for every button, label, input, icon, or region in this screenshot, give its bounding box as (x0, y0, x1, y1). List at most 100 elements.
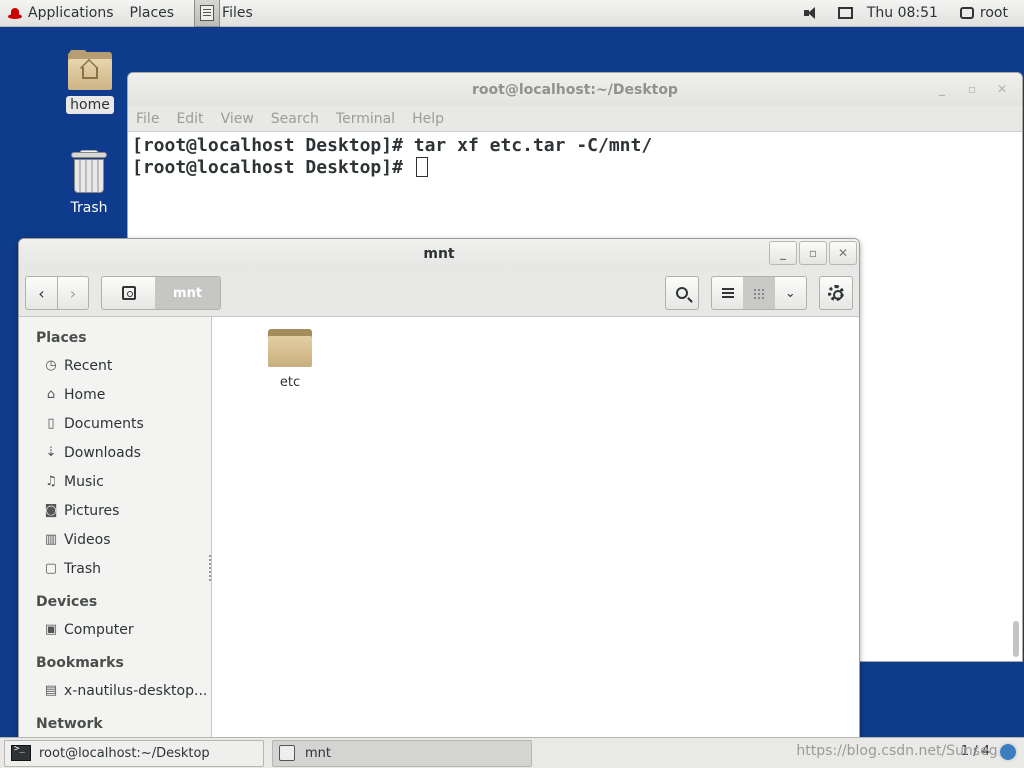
sidebar-item-label: Music (64, 473, 104, 490)
clock[interactable]: Thu 08:51 (859, 5, 952, 21)
terminal-close-button[interactable]: ✕ (992, 81, 1012, 97)
terminal-menubar: File Edit View Search Terminal Help (128, 106, 1022, 132)
files-app-menu[interactable]: Files (182, 0, 261, 27)
redhat-logo-icon (8, 6, 22, 20)
trash-can-icon (71, 150, 107, 194)
sidebar-item-recent[interactable]: ◷ Recent (19, 351, 211, 380)
search-icon (676, 287, 688, 299)
grid-icon (753, 287, 765, 299)
download-icon: ⇣ (45, 445, 57, 460)
terminal-maximize-button[interactable]: ▫ (962, 81, 982, 97)
menu-edit[interactable]: Edit (176, 111, 203, 127)
settings-button[interactable] (819, 276, 853, 310)
sidebar-item-downloads[interactable]: ⇣ Downloads (19, 438, 211, 467)
files-minimize-button[interactable]: _ (769, 241, 797, 265)
sidebar-item-label: Computer (64, 621, 134, 638)
path-root-button[interactable] (102, 277, 155, 309)
sidebar-item-label: Trash (64, 560, 101, 577)
file-item-etc[interactable]: etc (268, 327, 312, 390)
terminal-title: root@localhost:~/Desktop (472, 81, 678, 98)
sidebar-item-home[interactable]: ⌂ Home (19, 380, 211, 409)
terminal-prompt: [root@localhost Desktop]# (132, 157, 414, 178)
path-bar: mnt (101, 276, 221, 310)
watermark: https://blog.csdn.net/Sunsegeli (796, 743, 1014, 759)
home-icon: ⌂ (46, 387, 56, 402)
menu-help[interactable]: Help (412, 111, 444, 127)
desktop-home-icon[interactable]: home (60, 50, 120, 114)
sidebar-header-devices: Devices (36, 594, 98, 610)
list-view-button[interactable] (712, 277, 743, 309)
path-current-button[interactable]: mnt (155, 277, 220, 309)
sidebar-item-computer[interactable]: ▣ Computer (19, 615, 211, 644)
menu-terminal[interactable]: Terminal (336, 111, 395, 127)
applications-menu[interactable]: Applications (0, 0, 122, 27)
terminal-scrollbar[interactable] (1013, 621, 1019, 657)
sidebar: Places ◷ Recent ⌂ Home ▯ Documents ⇣ Downloa… (19, 317, 212, 737)
computer-icon: ▣ (44, 622, 58, 637)
user-menu[interactable]: root (952, 0, 1024, 27)
network-icon[interactable] (837, 6, 855, 20)
taskbar-item-label: root@localhost:~/Desktop (39, 745, 210, 761)
sidebar-item-label: Pictures (64, 502, 120, 519)
terminal-minimize-button[interactable]: _ (932, 81, 952, 97)
menu-file[interactable]: File (136, 111, 159, 127)
sidebar-item-label: Videos (64, 531, 111, 548)
trash-icon: ▢ (44, 561, 58, 576)
workspace-icon[interactable] (998, 742, 1018, 762)
places-menu[interactable]: Places (122, 0, 183, 27)
desktop-home-label: home (66, 96, 114, 114)
sidebar-item-bookmark[interactable]: ▤ x-nautilus-desktop... (19, 676, 211, 705)
desktop-trash-icon[interactable]: Trash (59, 150, 119, 216)
file-view[interactable]: etc (212, 317, 859, 737)
document-icon: ▯ (47, 416, 55, 431)
view-options-button[interactable]: ⌄ (775, 277, 806, 309)
files-titlebar[interactable]: mnt _ ▫ ✕ (19, 239, 859, 269)
top-bar: Applications Places Files Thu 08:51 root (0, 0, 1024, 27)
computer-icon (121, 286, 136, 300)
back-button[interactable]: ‹ (26, 277, 57, 309)
grid-view-button[interactable] (743, 277, 775, 309)
taskbar-item-terminal[interactable]: root@localhost:~/Desktop (4, 739, 264, 767)
taskbar-item-files[interactable]: mnt (272, 739, 532, 767)
search-button[interactable] (665, 276, 699, 310)
files-maximize-button[interactable]: ▫ (799, 241, 827, 265)
files-body: Places ◷ Recent ⌂ Home ▯ Documents ⇣ Downloa… (19, 317, 859, 737)
sidebar-header-places: Places (36, 330, 87, 346)
sidebar-item-pictures[interactable]: ◙ Pictures (19, 496, 211, 525)
nav-buttons: ‹ › (25, 276, 89, 310)
file-cabinet-icon (279, 745, 295, 761)
sidebar-header-bookmarks: Bookmarks (36, 655, 124, 671)
terminal-titlebar[interactable]: root@localhost:~/Desktop _ ▫ ✕ (128, 73, 1022, 106)
places-label: Places (129, 5, 175, 21)
terminal-icon (11, 744, 31, 761)
network-folder-icon: ▤ (44, 683, 58, 698)
sidebar-item-label: Documents (64, 415, 144, 432)
sidebar-item-music[interactable]: ♫ Music (19, 467, 211, 496)
terminal-line: [root@localhost Desktop]# tar xf etc.tar… (132, 135, 653, 156)
files-close-button[interactable]: ✕ (829, 241, 857, 265)
sidebar-resize-handle[interactable] (209, 555, 211, 581)
sidebar-item-label: x-nautilus-desktop... (64, 682, 208, 699)
volume-muted-icon[interactable] (803, 6, 821, 20)
forward-button[interactable]: › (56, 277, 88, 309)
clock-icon: ◷ (45, 358, 57, 373)
files-window[interactable]: mnt _ ▫ ✕ ‹ › mnt ⌄ Places ◷ Recent ⌂ Home… (18, 238, 860, 738)
music-icon: ♫ (45, 474, 57, 489)
taskbar-item-label: mnt (305, 745, 331, 761)
sidebar-item-videos[interactable]: ▥ Videos (19, 525, 211, 554)
menu-search[interactable]: Search (271, 111, 319, 127)
sidebar-item-trash[interactable]: ▢ Trash (19, 554, 211, 583)
gear-icon (828, 285, 844, 301)
sidebar-item-label: Recent (64, 357, 113, 374)
files-app-label: Files (222, 5, 253, 21)
folder-icon (268, 327, 312, 367)
user-icon (959, 7, 974, 19)
file-cabinet-icon (194, 0, 221, 27)
desktop-trash-label: Trash (70, 200, 108, 216)
sidebar-item-documents[interactable]: ▯ Documents (19, 409, 211, 438)
menu-view[interactable]: View (221, 111, 254, 127)
terminal-output[interactable]: [root@localhost Desktop]# tar xf etc.tar… (128, 132, 1022, 182)
camera-icon: ◙ (44, 503, 58, 518)
terminal-cursor (415, 157, 428, 177)
files-toolbar: ‹ › mnt ⌄ (19, 269, 859, 317)
